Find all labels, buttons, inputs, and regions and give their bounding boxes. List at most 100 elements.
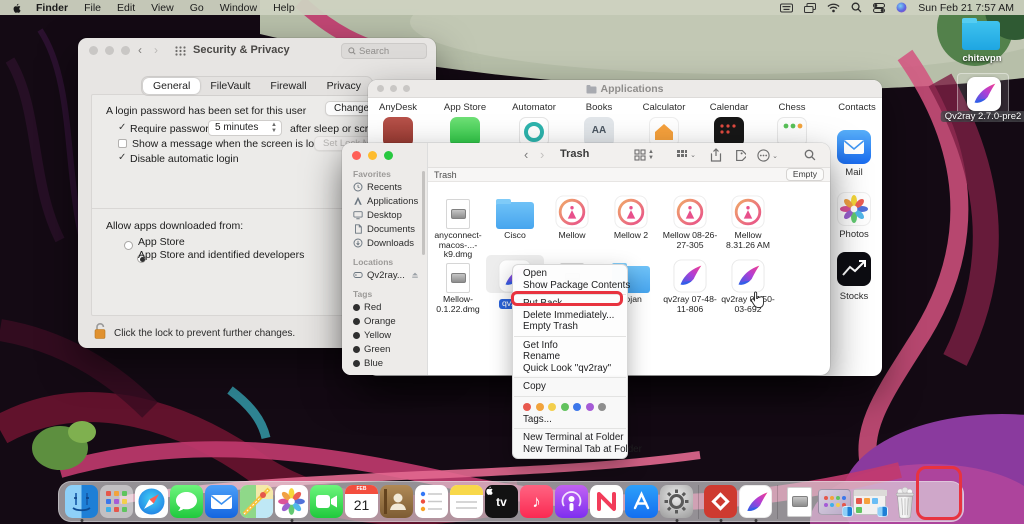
close-button[interactable] bbox=[352, 151, 361, 160]
tab-privacy[interactable]: Privacy bbox=[317, 78, 371, 94]
search-field[interactable]: Search bbox=[341, 43, 427, 59]
menu-item-new-terminal[interactable]: New Terminal at Folder bbox=[513, 432, 627, 444]
tag-purple[interactable] bbox=[586, 403, 594, 411]
back-icon[interactable]: ‹ bbox=[138, 43, 142, 57]
file-qv2ray-0748[interactable]: qv2ray 07-48-11-806 bbox=[661, 255, 719, 314]
tag-green[interactable] bbox=[561, 403, 569, 411]
windows-icon[interactable] bbox=[804, 3, 816, 13]
menu-item-put-back[interactable]: Put Back bbox=[513, 298, 627, 310]
sidebar-tag-yellow[interactable]: Yellow bbox=[342, 328, 427, 342]
sidebar-tag-green[interactable]: Green bbox=[342, 342, 427, 356]
tag-red[interactable] bbox=[523, 403, 531, 411]
zoom-button[interactable] bbox=[121, 46, 130, 55]
menu-file[interactable]: File bbox=[76, 2, 109, 14]
menu-item-copy[interactable]: Copy bbox=[513, 381, 627, 393]
back-icon[interactable]: ‹ bbox=[524, 147, 528, 162]
menu-window[interactable]: Window bbox=[212, 2, 265, 14]
app-store-radio[interactable] bbox=[124, 241, 133, 250]
dock-photos[interactable] bbox=[274, 482, 309, 522]
tag-yellow[interactable] bbox=[548, 403, 556, 411]
menu-help[interactable]: Help bbox=[265, 2, 303, 14]
unlocked-lock-icon[interactable] bbox=[93, 322, 107, 340]
forward-icon[interactable]: › bbox=[540, 147, 544, 162]
app-label[interactable]: App Store bbox=[444, 102, 486, 113]
require-password-checkbox[interactable]: ✓ bbox=[118, 122, 126, 133]
file-mellow[interactable]: Mellow bbox=[543, 191, 601, 241]
file-cisco-folder[interactable]: Cisco bbox=[486, 191, 544, 241]
empty-trash-button[interactable]: Empty bbox=[786, 168, 824, 181]
dock-mail[interactable] bbox=[204, 482, 239, 522]
app-label[interactable]: Photos bbox=[839, 229, 869, 240]
desktop-qv2ray-icon[interactable] bbox=[967, 77, 1001, 111]
menu-go[interactable]: Go bbox=[182, 2, 212, 14]
menu-edit[interactable]: Edit bbox=[109, 2, 143, 14]
file-mellow-dmg[interactable]: Mellow-0.1.22.dmg bbox=[429, 255, 487, 314]
dock-messages[interactable] bbox=[169, 482, 204, 522]
share-icon[interactable] bbox=[710, 148, 722, 162]
search-icon[interactable] bbox=[804, 149, 816, 161]
close-button[interactable] bbox=[89, 46, 98, 55]
tag-blue[interactable] bbox=[573, 403, 581, 411]
file-mellow-2[interactable]: Mellow 2 bbox=[602, 191, 660, 241]
wifi-icon[interactable] bbox=[827, 3, 840, 13]
menu-item-delete-immediately[interactable]: Delete Immediately... bbox=[513, 310, 627, 322]
app-label[interactable]: Automator bbox=[512, 102, 556, 113]
minimize-button[interactable] bbox=[368, 151, 377, 160]
dock-minimized-window-2[interactable] bbox=[852, 482, 887, 522]
menu-finder[interactable]: Finder bbox=[28, 2, 76, 14]
zoom-button[interactable] bbox=[384, 151, 393, 160]
show-message-checkbox[interactable] bbox=[118, 139, 127, 148]
view-options-icon[interactable]: ▲▼ bbox=[634, 149, 654, 161]
file-anyconnect-dmg[interactable]: anyconnect-macos-...-k9.dmg bbox=[429, 191, 487, 260]
control-center-icon[interactable] bbox=[873, 3, 885, 13]
search-icon[interactable] bbox=[851, 2, 862, 13]
menu-view[interactable]: View bbox=[143, 2, 182, 14]
siri-icon[interactable] bbox=[896, 2, 907, 13]
dock-news[interactable] bbox=[589, 482, 624, 522]
menu-item-new-terminal-tab[interactable]: New Terminal Tab at Folder bbox=[513, 444, 627, 456]
dock-notes[interactable] bbox=[449, 482, 484, 522]
dock-tv[interactable]: tv bbox=[484, 482, 519, 522]
menu-item-rename[interactable]: Rename bbox=[513, 351, 627, 363]
dock-minimized-window-1[interactable] bbox=[817, 482, 852, 522]
dock-safari[interactable] bbox=[134, 482, 169, 522]
app-label[interactable]: Contacts bbox=[838, 102, 876, 113]
mail-icon[interactable] bbox=[837, 130, 871, 164]
minimize-button[interactable] bbox=[390, 85, 397, 92]
eject-icon[interactable] bbox=[411, 271, 419, 279]
app-label[interactable]: Calendar bbox=[710, 102, 749, 113]
dock-facetime[interactable] bbox=[309, 482, 344, 522]
menu-bar-clock[interactable]: Sun Feb 21 7:57 AM bbox=[918, 2, 1014, 14]
sidebar-item-documents[interactable]: Documents bbox=[342, 222, 427, 236]
zoom-button[interactable] bbox=[403, 85, 410, 92]
app-label[interactable]: Books bbox=[586, 102, 612, 113]
sidebar-tag-red[interactable]: Red bbox=[342, 300, 427, 314]
sidebar-item-recents[interactable]: Recents bbox=[342, 180, 427, 194]
require-password-delay-select[interactable]: 5 minutes ▲▼ bbox=[208, 120, 282, 136]
minimize-button[interactable] bbox=[105, 46, 114, 55]
app-label[interactable]: AnyDesk bbox=[379, 102, 417, 113]
sidebar-tag-orange[interactable]: Orange bbox=[342, 314, 427, 328]
dock-contacts[interactable] bbox=[379, 482, 414, 522]
tab-general[interactable]: General bbox=[143, 78, 200, 94]
dock-trash[interactable] bbox=[887, 482, 922, 522]
app-label[interactable]: Mail bbox=[845, 167, 862, 178]
menu-item-quick-look[interactable]: Quick Look "qv2ray" bbox=[513, 363, 627, 375]
dock-qv2ray[interactable] bbox=[738, 482, 773, 522]
more-actions-icon[interactable]: ⌄ bbox=[757, 149, 778, 162]
dock-reminders[interactable] bbox=[414, 482, 449, 522]
app-label[interactable]: Chess bbox=[779, 102, 806, 113]
app-label[interactable]: Calculator bbox=[643, 102, 686, 113]
file-mellow-83126[interactable]: Mellow 8.31.26 AM bbox=[719, 191, 777, 250]
dock-music[interactable]: ♪ bbox=[519, 482, 554, 522]
dock-app-store[interactable] bbox=[624, 482, 659, 522]
forward-icon[interactable]: › bbox=[154, 43, 158, 57]
file-qv2ray-0750[interactable]: qv2ray 07-50-03-692 bbox=[719, 255, 777, 314]
desktop-folder-chitavpn[interactable] bbox=[962, 21, 1000, 50]
disable-auto-login-checkbox[interactable]: ✓ bbox=[118, 152, 126, 163]
photos-icon[interactable] bbox=[837, 192, 871, 226]
apple-menu[interactable] bbox=[0, 2, 28, 14]
menu-item-get-info[interactable]: Get Info bbox=[513, 340, 627, 352]
show-all-grid-icon[interactable] bbox=[175, 46, 186, 56]
menu-item-open[interactable]: Open bbox=[513, 268, 627, 280]
